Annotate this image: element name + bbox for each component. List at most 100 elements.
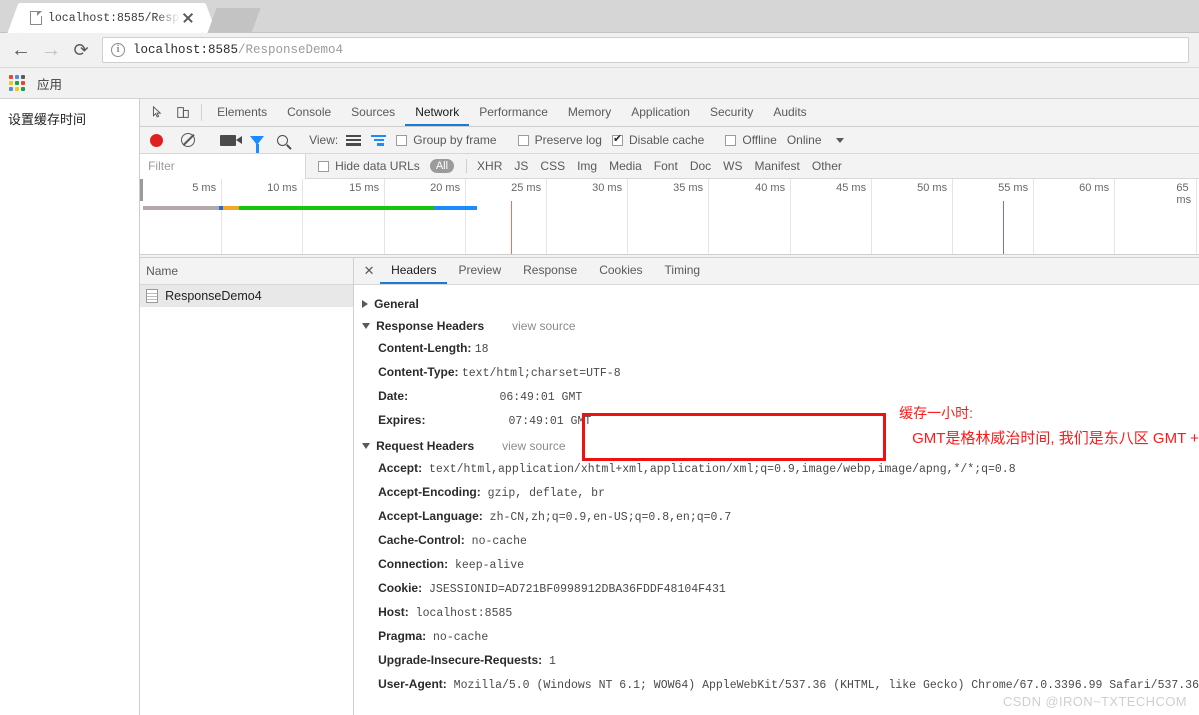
timeline-gridline [1196,179,1198,254]
disable-cache-checkbox[interactable]: Disable cache [611,132,705,147]
table-row[interactable]: ResponseDemo4 [140,285,354,307]
list-view-icon[interactable] [346,134,362,146]
timeline-tick-label: 65 ms [1176,182,1192,206]
network-overview-timeline[interactable]: 5 ms 10 ms 15 ms 20 ms 25 ms 30 ms 35 ms 40 ms 4… [140,179,1199,255]
timeline-bar-ttfb [223,206,240,210]
hide-data-urls-checkbox[interactable]: Hide data URLs [318,159,420,173]
camera-icon[interactable] [220,134,243,146]
timeline-tick-label: 5 ms [192,182,217,194]
info-circle-icon[interactable]: i [111,43,125,57]
forward-button[interactable]: → [36,35,66,65]
new-tab-button[interactable] [207,8,261,33]
address-path: /ResponseDemo4 [238,43,344,57]
network-filter-bar: Hide data URLs All XHR JS CSS Img Media … [140,153,1199,179]
devtools-tab-network[interactable]: Network [405,99,470,126]
timeline-tick-label: 10 ms [267,182,298,194]
request-headers-list: Accept: text/html,application/xhtml+xml,… [354,457,1199,697]
filter-type-css[interactable]: CSS [534,159,571,173]
timeline-tick-label: 35 ms [673,182,704,194]
header-row: Accept-Encoding: gzip, deflate, br [354,481,1199,505]
devtools-tab-security[interactable]: Security [700,99,763,126]
filter-type-manifest[interactable]: Manifest [749,159,806,173]
checkbox-box [517,134,529,146]
filter-type-media[interactable]: Media [603,159,648,173]
inspect-cursor-icon[interactable] [144,99,170,126]
clear-ban-icon[interactable] [181,133,196,147]
timeline-gridline [952,179,954,254]
detail-tab-preview[interactable]: Preview [447,258,512,284]
timeline-gridline [384,179,386,254]
header-row: Accept-Language: zh-CN,zh;q=0.9,en-US;q=… [354,505,1199,529]
throttling-select[interactable]: Online [787,133,844,147]
page-icon [30,11,42,25]
search-magnifier-icon[interactable] [277,134,289,146]
timeline-gridline [871,179,873,254]
header-row: Content-Length: 18 [354,337,1199,361]
view-source-link-request[interactable]: view source [502,439,565,453]
page-content: 设置缓存时间 [0,99,141,715]
view-source-link-response[interactable]: view source [512,319,575,333]
checkbox-box [725,134,737,146]
detail-tab-timing[interactable]: Timing [654,258,712,284]
filter-type-ws[interactable]: WS [717,159,748,173]
detail-tab-headers[interactable]: Headers [380,258,448,284]
bookmarks-bar: 应用 [0,68,1199,99]
close-icon[interactable]: ✕ [358,258,380,284]
reload-button[interactable]: ⟳ [66,35,96,65]
detail-tab-cookies[interactable]: Cookies [588,258,653,284]
disable-cache-label: Disable cache [628,133,705,147]
header-value: Mozilla/5.0 (Windows NT 6.1; WOW64) Appl… [446,679,1199,692]
header-name: Upgrade-Insecure-Requests: [378,653,543,667]
devtools-tab-console[interactable]: Console [277,99,341,126]
devtools-tab-audits[interactable]: Audits [763,99,816,126]
filter-type-font[interactable]: Font [648,159,684,173]
timeline-gridline [1033,179,1035,254]
group-by-frame-checkbox[interactable]: Group by frame [396,133,497,147]
checkbox-box-checked [611,132,623,146]
filter-type-other[interactable]: Other [806,159,848,173]
timeline-bar-stalled [143,206,220,210]
offline-checkbox[interactable]: Offline [725,133,777,147]
header-name: Accept: [378,461,423,475]
section-general[interactable]: General [354,293,1199,315]
devtools-tab-application[interactable]: Application [621,99,700,126]
back-button[interactable]: ← [6,35,36,65]
browser-tab[interactable]: localhost:8585/Respons [22,3,202,33]
apps-grid-icon[interactable] [9,75,25,91]
filter-type-js[interactable]: JS [508,159,534,173]
preserve-log-checkbox[interactable]: Preserve log [517,133,602,147]
record-dot-icon[interactable] [150,133,164,147]
filter-type-all[interactable]: All [429,159,455,173]
bookmark-apps-label[interactable]: 应用 [37,74,62,93]
device-toggle-icon[interactable] [170,99,196,126]
view-label: View: [309,133,339,147]
browser-window: localhost:8585/Respons ← → ⟳ i localhost… [0,0,1199,715]
close-icon[interactable] [180,10,196,26]
chevron-right-icon [362,300,369,308]
timeline-tick-label: 60 ms [1079,182,1110,194]
header-value: no-cache [464,535,527,548]
filter-type-xhr[interactable]: XHR [471,159,508,173]
filter-type-doc[interactable]: Doc [684,159,717,173]
filter-type-img[interactable]: Img [571,159,603,173]
back-arrow-icon: ← [11,39,31,61]
funnel-icon[interactable] [250,135,265,153]
timeline-tick-label: 50 ms [917,182,948,194]
timeline-gridline [708,179,710,254]
devtools-tab-elements[interactable]: Elements [207,99,277,126]
devtools-tab-memory[interactable]: Memory [558,99,621,126]
section-response-headers[interactable]: Response Headers view source [354,315,1199,337]
requests-column-header[interactable]: Name [140,258,354,285]
header-value: 1 [542,655,556,668]
filter-input[interactable] [140,153,307,179]
detail-tab-response[interactable]: Response [512,258,588,284]
header-value: text/html;charset=UTF-8 [461,367,621,380]
group-by-frame-label: Group by frame [413,133,497,147]
waterfall-view-icon[interactable] [371,134,387,146]
devtools-tab-performance[interactable]: Performance [469,99,558,126]
annotation-line-2: GMT是格林威治时间, 我们是东八区 GMT +8 [912,430,1199,447]
address-bar[interactable]: i localhost:8585/ResponseDemo4 [102,37,1189,63]
devtools-tab-sources[interactable]: Sources [341,99,405,126]
header-name: Cookie: [378,581,423,595]
header-name: Accept-Encoding: [378,485,481,499]
